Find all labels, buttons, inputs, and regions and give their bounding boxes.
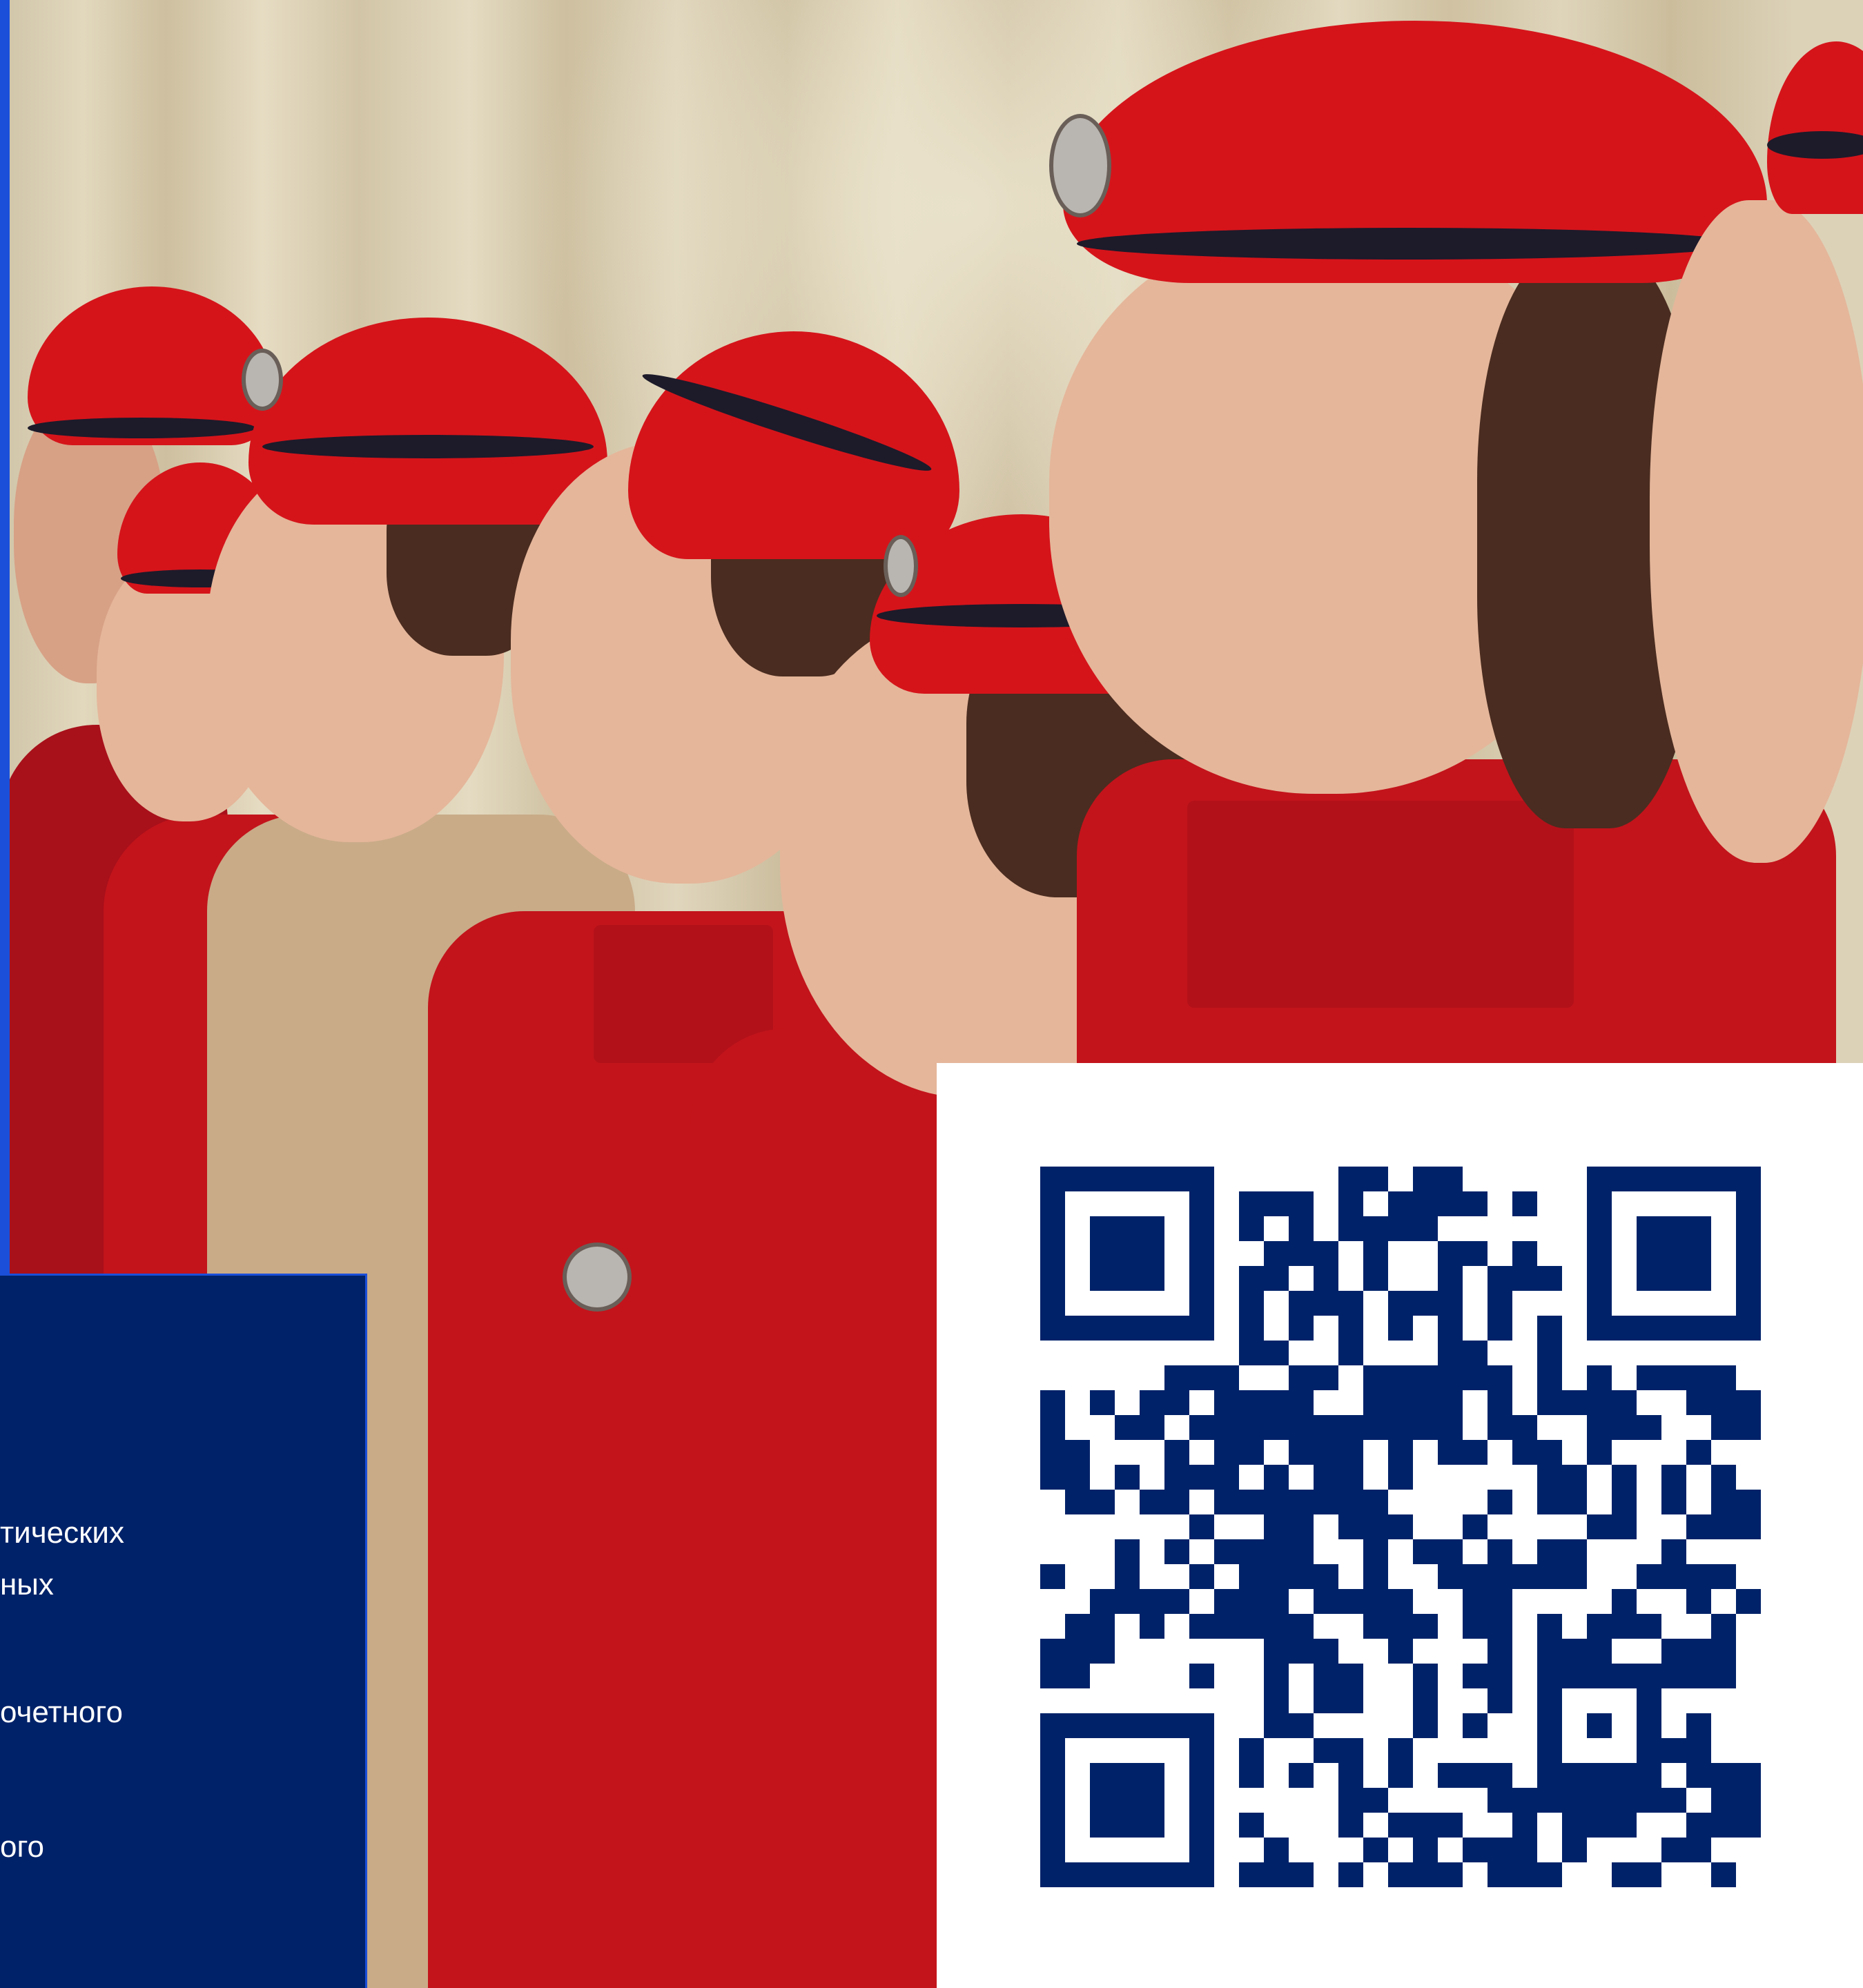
- qr-code[interactable]: [1040, 1167, 1761, 1887]
- cadet-far-left-beret-band: [28, 418, 255, 438]
- info-line-1: тических: [0, 1516, 124, 1550]
- cadet-4-shirt-emblem: [563, 1242, 632, 1312]
- info-line-4: ого: [0, 1830, 45, 1864]
- info-line-2: ных: [0, 1568, 54, 1601]
- cadet-3-beret-band: [262, 435, 594, 458]
- photo-left-accent-bar: [0, 0, 10, 1274]
- info-panel: тических ных очетного ого: [0, 1274, 367, 1988]
- cadet-3-beret: [248, 318, 607, 525]
- cadet-6-collar: [1187, 801, 1574, 1008]
- info-line-3: очетного: [0, 1695, 123, 1729]
- cadet-6-beret-band: [1077, 228, 1739, 260]
- cadet-3-beret-badge: [242, 349, 283, 411]
- qr-card: [937, 1063, 1863, 1988]
- cadet-5-beret-badge: [884, 535, 918, 597]
- cadet-7-face: [1650, 200, 1863, 863]
- cadet-4-beret: [628, 331, 959, 559]
- cadet-7-beret: [1767, 41, 1863, 214]
- cadet-6-beret-badge: [1049, 114, 1111, 217]
